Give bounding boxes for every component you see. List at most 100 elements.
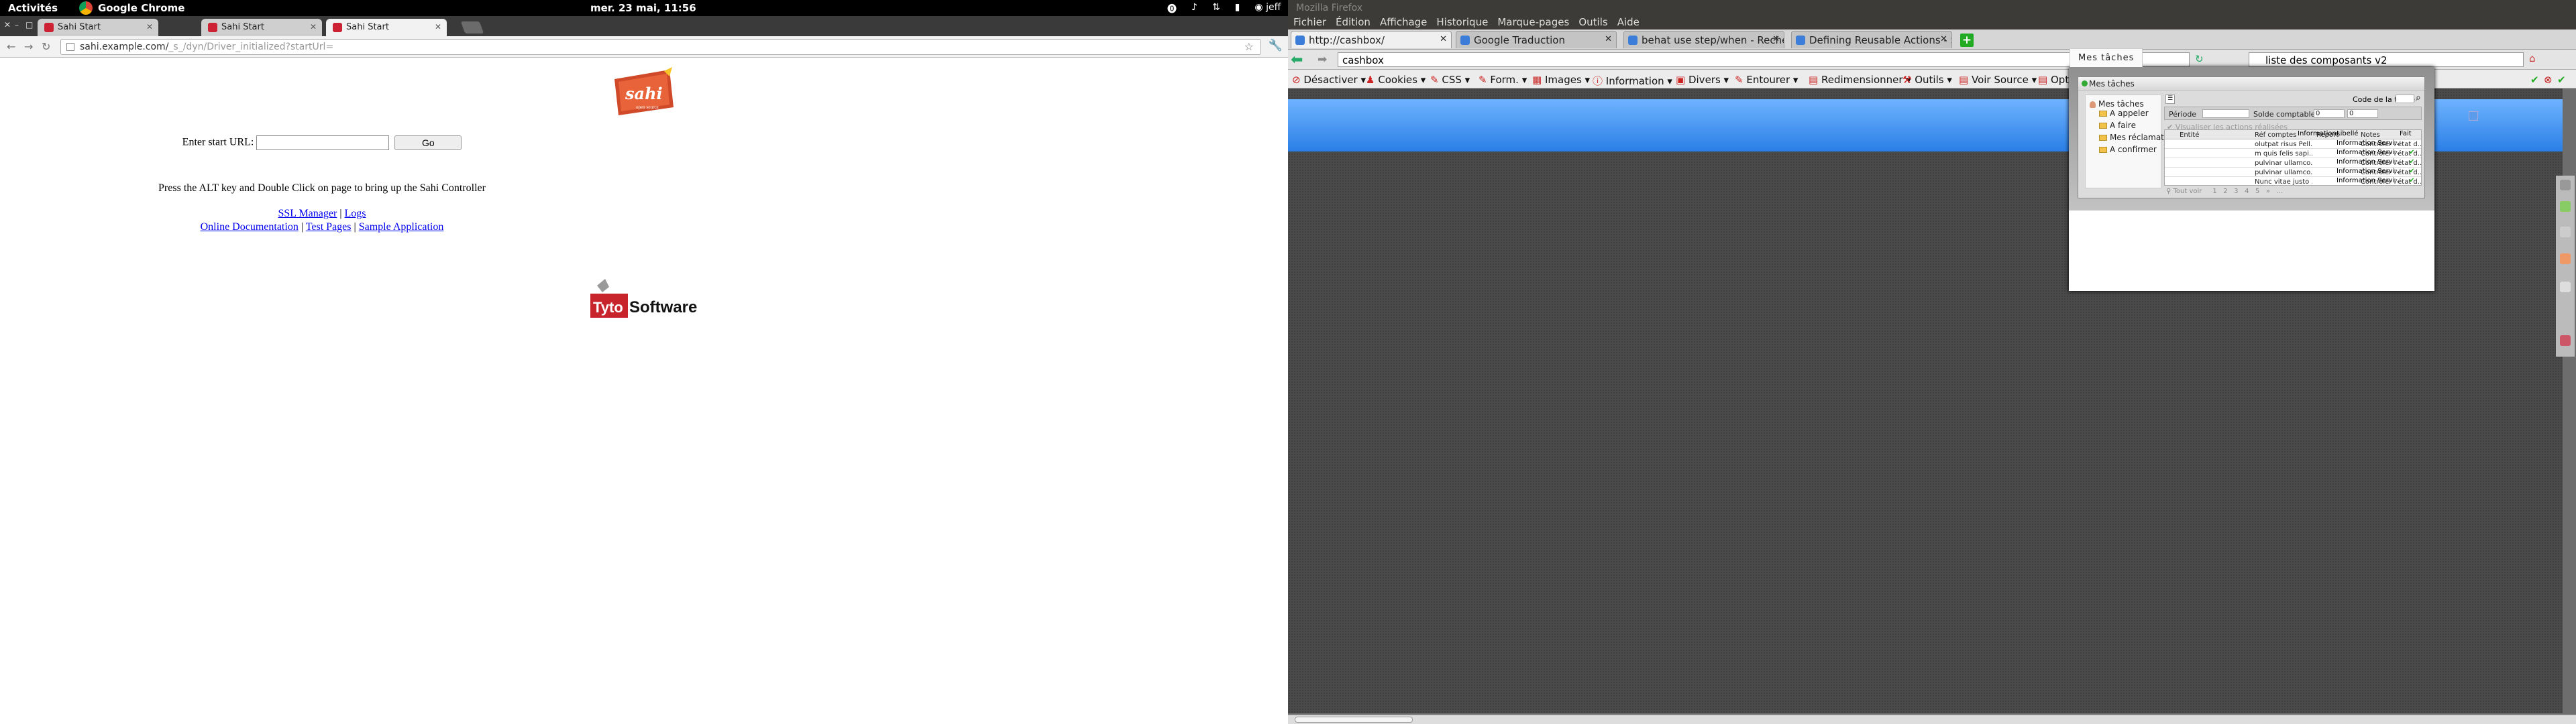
dev-voir-source[interactable]: ▤ Voir Source ▾ — [1959, 74, 2037, 86]
firefox-tab[interactable]: Google Traduction ✕ — [1456, 31, 1617, 48]
tool-icon[interactable] — [2560, 201, 2571, 212]
new-tab-button[interactable]: + — [1960, 34, 1974, 47]
firefox-search-box[interactable]: liste des composants v2 — [2249, 52, 2524, 67]
user-name: jeff — [1266, 2, 1281, 13]
page-next[interactable]: » — [2266, 188, 2270, 195]
tree-item-label: A faire — [2110, 121, 2136, 130]
activities-button[interactable]: Activités — [8, 2, 58, 14]
chrome-tab[interactable]: Sahi Start ✕ — [201, 19, 322, 36]
chrome-tab-active[interactable]: Sahi Start ✕ — [326, 19, 447, 36]
close-tab-icon[interactable]: ✕ — [146, 22, 153, 32]
page-1[interactable]: 1 — [2212, 188, 2216, 195]
valid-check-icon[interactable]: ✔ — [2530, 74, 2539, 86]
back-icon[interactable]: ← — [7, 40, 15, 53]
firefox-address-bar[interactable]: cashbox — [1338, 52, 2190, 67]
menu-edition[interactable]: Édition — [1336, 16, 1371, 29]
dev-information[interactable]: ⓘ Information ▾ — [1593, 74, 1672, 88]
test-pages-link[interactable]: Test Pages — [306, 221, 352, 233]
tool-icon[interactable] — [2560, 308, 2571, 319]
col-fait[interactable]: Fait — [2400, 130, 2412, 137]
valid-check-icon[interactable]: ✔ — [2557, 74, 2566, 86]
reload-icon[interactable]: ↻ — [42, 40, 50, 53]
dev-redimensionner[interactable]: ▤ Redimensionner ▾ — [1809, 74, 1911, 86]
dev-entourer[interactable]: ✎ Entourer ▾ — [1735, 74, 1798, 86]
close-tab-icon[interactable]: ✕ — [1940, 34, 1947, 44]
minimize-window-icon[interactable]: – — [15, 20, 19, 29]
close-tab-icon[interactable]: ✕ — [1440, 34, 1447, 44]
app-menu[interactable]: Google Chrome — [98, 2, 184, 14]
back-icon[interactable]: ⬅ — [1291, 52, 1303, 68]
header-square-icon[interactable] — [2469, 111, 2478, 121]
maximize-window-icon[interactable]: □ — [25, 20, 33, 29]
dev-css[interactable]: ✎ CSS ▾ — [1430, 74, 1470, 86]
page-3[interactable]: 3 — [2234, 188, 2238, 195]
menu-affichage[interactable]: Affichage — [1380, 16, 1427, 29]
firefox-tab[interactable]: behat use step/when - Reche... ✕ — [1623, 31, 1784, 48]
col-informations[interactable]: Informations — [2298, 130, 2340, 137]
logs-link[interactable]: Logs — [345, 208, 366, 219]
menu-historique[interactable]: Historique — [1436, 16, 1488, 29]
close-window-icon[interactable]: ✕ — [4, 20, 11, 29]
online-documentation-link[interactable]: Online Documentation — [201, 221, 299, 233]
forward-icon[interactable]: ➡ — [1318, 53, 1327, 66]
col-libelle[interactable]: Libellé — [2337, 130, 2359, 137]
tree-root[interactable]: Mes tâches — [2090, 99, 2144, 109]
horizontal-scrollbar[interactable] — [1288, 715, 2576, 724]
error-icon[interactable]: ⊗ — [2544, 74, 2553, 86]
menu-marque-pages[interactable]: Marque-pages — [1497, 16, 1569, 29]
network-icon[interactable]: ⇅ — [1212, 2, 1220, 15]
tool-icon[interactable] — [2560, 335, 2571, 346]
tool-icon[interactable] — [2560, 227, 2571, 237]
mes-taches-tab[interactable]: Mes tâches — [2070, 48, 2143, 67]
tool-icon[interactable] — [2560, 282, 2571, 292]
page-2[interactable]: 2 — [2223, 188, 2227, 195]
battery-icon[interactable]: ▮ — [1235, 2, 1240, 15]
tree-item-a-confirmer[interactable]: A confirmer — [2099, 145, 2157, 154]
close-tab-icon[interactable]: ✕ — [1605, 34, 1612, 44]
tree-item-a-appeler[interactable]: A appeler — [2099, 109, 2149, 118]
tout-voir-link[interactable]: ⚲ Tout voir — [2166, 188, 2202, 195]
dev-desactiver[interactable]: ⊘ Désactiver ▾ — [1292, 74, 1366, 86]
close-tab-icon[interactable]: ✕ — [435, 22, 441, 32]
tab-label: behat use step/when - Reche... — [1642, 34, 1784, 46]
start-url-input[interactable] — [256, 135, 390, 150]
done-check-icon: ✔ — [2409, 149, 2415, 156]
toolbar-action-icon[interactable]: ☰ — [2165, 95, 2175, 104]
go-button[interactable]: Go — [394, 135, 462, 150]
close-tab-icon[interactable]: ✕ — [310, 22, 317, 32]
ssl-manager-link[interactable]: SSL Manager — [278, 208, 337, 219]
scrollbar-thumb[interactable] — [1295, 717, 1413, 723]
page-5[interactable]: 5 — [2255, 188, 2259, 195]
dev-form[interactable]: ✎ Form. ▾ — [1479, 74, 1527, 86]
dev-divers[interactable]: ▣ Divers ▾ — [1676, 74, 1729, 86]
menu-fichier[interactable]: Fichier — [1293, 16, 1326, 29]
home-icon[interactable]: ⌂ — [2529, 52, 2536, 64]
sample-application-link[interactable]: Sample Application — [359, 221, 444, 233]
dev-images[interactable]: ▦ Images ▾ — [1532, 74, 1590, 86]
tool-icon[interactable] — [2560, 180, 2571, 190]
close-tab-icon[interactable]: ✕ — [1772, 34, 1780, 44]
new-tab-button[interactable] — [460, 21, 484, 34]
menu-outils[interactable]: Outils — [1578, 16, 1607, 29]
forward-icon[interactable]: → — [24, 40, 33, 53]
chrome-tab[interactable]: Sahi Start ✕ — [38, 19, 158, 36]
dev-cookies[interactable]: ♟ Cookies ▾ — [1366, 74, 1426, 86]
accessibility-icon[interactable]: ⓿ — [1167, 2, 1177, 15]
user-menu[interactable]: ◉ jeff — [1254, 2, 1281, 15]
firefox-tab[interactable]: Defining Reusable Actions - S... ✕ — [1791, 31, 1952, 48]
clock[interactable]: mer. 23 mai, 11:56 — [590, 2, 696, 14]
page-more[interactable]: ... — [2277, 188, 2284, 195]
page-4[interactable]: 4 — [2245, 188, 2249, 195]
bookmark-star-icon[interactable]: ☆ — [1244, 40, 1254, 53]
menu-aide[interactable]: Aide — [1617, 16, 1640, 29]
chrome-address-bar[interactable]: sahi.example.com/_s_/dyn/Driver_initiali… — [60, 39, 1261, 55]
folder-icon — [2099, 123, 2107, 129]
volume-icon[interactable]: ♪ — [1191, 2, 1197, 15]
tree-item-a-faire[interactable]: A faire — [2099, 121, 2136, 130]
tool-icon[interactable] — [2560, 253, 2571, 264]
wrench-menu-icon[interactable]: 🔧 — [1269, 39, 1283, 52]
firefox-tab-active[interactable]: http://cashbox/ ✕ — [1291, 31, 1452, 48]
dev-outils[interactable]: ⚒ Outils ▾ — [1902, 74, 1952, 86]
reload-icon[interactable]: ↻ — [2195, 53, 2204, 65]
done-check-icon: ✔ — [2409, 158, 2415, 166]
